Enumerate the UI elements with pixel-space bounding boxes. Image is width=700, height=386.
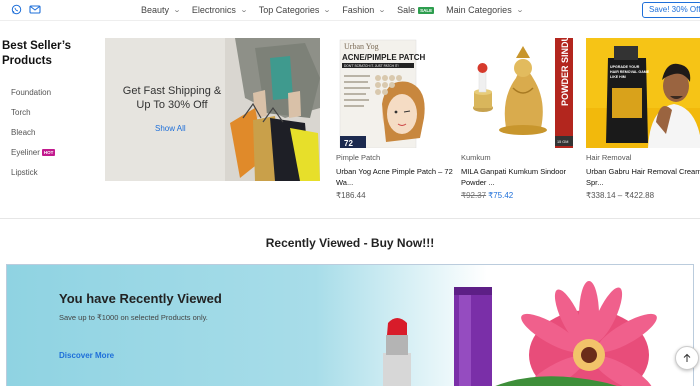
mail-icon[interactable]	[29, 4, 41, 15]
best-seller-label: Bleach	[11, 127, 36, 137]
nav-item-sale[interactable]: Sale SALE	[397, 5, 435, 15]
product-card[interactable]: POWDER SINDUR 15 GM Kumkum MILA Ganpati …	[461, 38, 579, 200]
show-all-link[interactable]: Show All	[155, 124, 186, 133]
product-image-text: HAIR REMOVAL GAME	[610, 70, 650, 74]
product-image-text: 72	[344, 139, 353, 148]
product-price: ₹338.14 – ₹422.88	[586, 191, 700, 200]
recently-viewed-subtitle: Save up to ₹1000 on selected Products on…	[59, 313, 208, 322]
product-card[interactable]: UPGRADE YOUR HAIR REMOVAL GAME LIKE HIM …	[586, 38, 700, 200]
product-category[interactable]: Pimple Patch	[336, 153, 454, 162]
banner-headline: Get Fast Shipping & Up To 30% Off	[122, 85, 222, 111]
best-seller-label: Eyeliner	[11, 147, 40, 157]
product-image-text: ACNE/PIMPLE PATCH	[342, 53, 425, 62]
hot-badge: HOT	[41, 148, 56, 156]
product-name[interactable]: MILA Ganpati Kumkum Sindoor Powder ...	[461, 166, 579, 188]
best-sellers-title: Best Seller’s Products	[2, 40, 72, 67]
product-category[interactable]: Kumkum	[461, 153, 579, 162]
nav-item-beauty[interactable]: Beauty ⌄	[141, 5, 182, 15]
product-image-text: POWDER SINDUR	[560, 38, 570, 106]
best-seller-item-bleach[interactable]: Bleach	[11, 122, 55, 142]
social-links	[11, 4, 41, 15]
promo-banner[interactable]: Get Fast Shipping & Up To 30% Off Show A…	[105, 38, 320, 181]
nav-item-label: Beauty	[141, 5, 170, 15]
chevron-down-icon: ⌄	[323, 7, 332, 14]
nav-item-main-categories[interactable]: Main Categories ⌄	[446, 5, 524, 15]
chevron-down-icon: ⌄	[515, 7, 524, 14]
nav-item-label: Fashion	[342, 5, 375, 15]
best-seller-label: Torch	[11, 107, 31, 117]
best-seller-label: Foundation	[11, 87, 52, 97]
best-seller-item-eyeliner[interactable]: Eyeliner HOT	[11, 142, 56, 162]
arrow-up-icon	[683, 353, 691, 362]
product-image[interactable]: Urban Yog ACNE/PIMPLE PATCH DON'T SCRATC…	[336, 38, 454, 148]
product-image[interactable]: UPGRADE YOUR HAIR REMOVAL GAME LIKE HIM	[586, 38, 700, 148]
product-image-text: LIKE HIM	[610, 75, 626, 79]
chevron-down-icon: ⌄	[378, 7, 387, 14]
nav-item-label: Top Categories	[258, 5, 320, 15]
nav-item-fashion[interactable]: Fashion ⌄	[342, 5, 387, 15]
best-seller-item-foundation[interactable]: Foundation	[11, 82, 55, 102]
nav-item-top-categories[interactable]: Top Categories ⌄	[258, 5, 332, 15]
discover-more-link[interactable]: Discover More	[59, 351, 114, 360]
whatsapp-icon[interactable]	[11, 4, 22, 15]
product-image-text: UPGRADE YOUR	[610, 65, 640, 69]
best-seller-item-torch[interactable]: Torch	[11, 102, 55, 122]
nav-item-label: Sale	[397, 5, 416, 15]
recently-viewed-heading: Recently Viewed - Buy Now!!!	[265, 236, 435, 250]
product-name[interactable]: Urban Yog Acne Pimple Patch – 72 Wa...	[336, 166, 454, 188]
recently-viewed-banner[interactable]: You have Recently Viewed Save up to ₹100…	[6, 264, 694, 386]
best-seller-item-lipstick[interactable]: Lipstick	[11, 162, 55, 182]
main-nav: Beauty ⌄ Electronics ⌄ Top Categories ⌄ Fas…	[141, 0, 535, 20]
sale-price: ₹75.42	[488, 191, 514, 200]
section-divider	[0, 218, 700, 219]
price-value: ₹186.44	[336, 191, 366, 200]
nav-item-label: Electronics	[191, 5, 236, 15]
sale-badge: SALE	[418, 6, 435, 14]
product-card[interactable]: Urban Yog ACNE/PIMPLE PATCH DON'T SCRATC…	[336, 38, 454, 200]
nav-item-label: Main Categories	[446, 5, 512, 15]
scroll-to-top-button[interactable]	[675, 346, 699, 370]
recently-viewed-title: You have Recently Viewed	[59, 291, 222, 306]
top-navbar: Beauty ⌄ Electronics ⌄ Top Categories ⌄ Fas…	[0, 0, 700, 21]
product-price: ₹92.37 ₹75.42	[461, 191, 579, 200]
product-image-text: Urban Yog	[344, 42, 379, 51]
product-image[interactable]: POWDER SINDUR 15 GM	[461, 38, 579, 148]
best-seller-label: Lipstick	[11, 167, 38, 177]
product-price: ₹186.44	[336, 191, 454, 200]
old-price: ₹92.37	[461, 191, 487, 200]
product-name[interactable]: Urban Gabru Hair Removal Cream Spr...	[586, 166, 700, 188]
chevron-down-icon: ⌄	[172, 7, 182, 14]
product-image-text: DON'T SCRATCH IT. JUST PATCH IT!	[344, 64, 399, 68]
price-value: ₹338.14 – ₹422.88	[586, 191, 655, 200]
best-sellers-list: Foundation Torch Bleach Eyeliner HOT Lips…	[11, 82, 56, 182]
product-image-text: 15 GM	[557, 140, 568, 144]
nav-item-electronics[interactable]: Electronics ⌄	[191, 5, 248, 15]
promo-button[interactable]: Save! 30% Off	[642, 2, 700, 18]
product-category[interactable]: Hair Removal	[586, 153, 700, 162]
cosmetics-photo	[383, 281, 657, 386]
chevron-down-icon: ⌄	[239, 7, 248, 14]
